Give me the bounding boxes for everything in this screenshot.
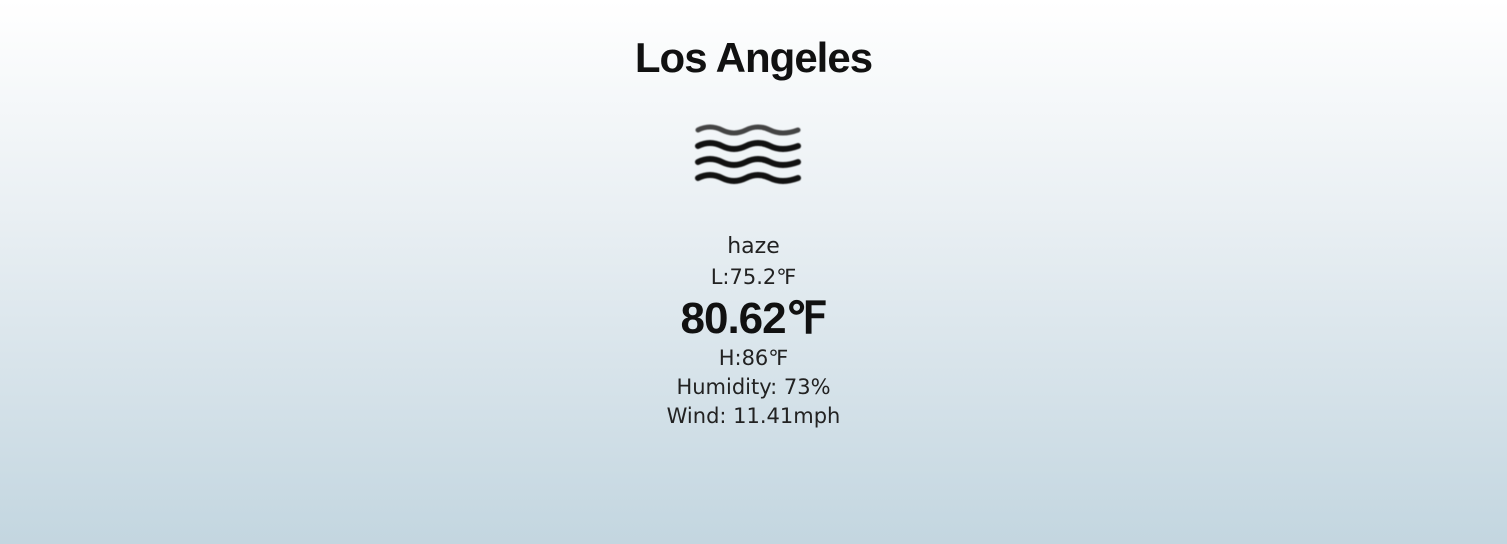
low-temperature: L:75.2℉	[710, 265, 797, 289]
wind-speed: Wind: 11.41mph	[666, 404, 841, 428]
weather-description: haze	[727, 234, 780, 259]
city-name: Los Angeles	[634, 34, 873, 81]
haze-icon	[694, 122, 802, 192]
weather-card: Los Angeles haze L:75.2℉ 80.62℉ H:86℉ Hu…	[0, 0, 1507, 544]
humidity: Humidity: 73%	[676, 375, 831, 399]
current-temperature: 80.62℉	[680, 294, 828, 343]
high-temperature: H:86℉	[718, 346, 789, 370]
